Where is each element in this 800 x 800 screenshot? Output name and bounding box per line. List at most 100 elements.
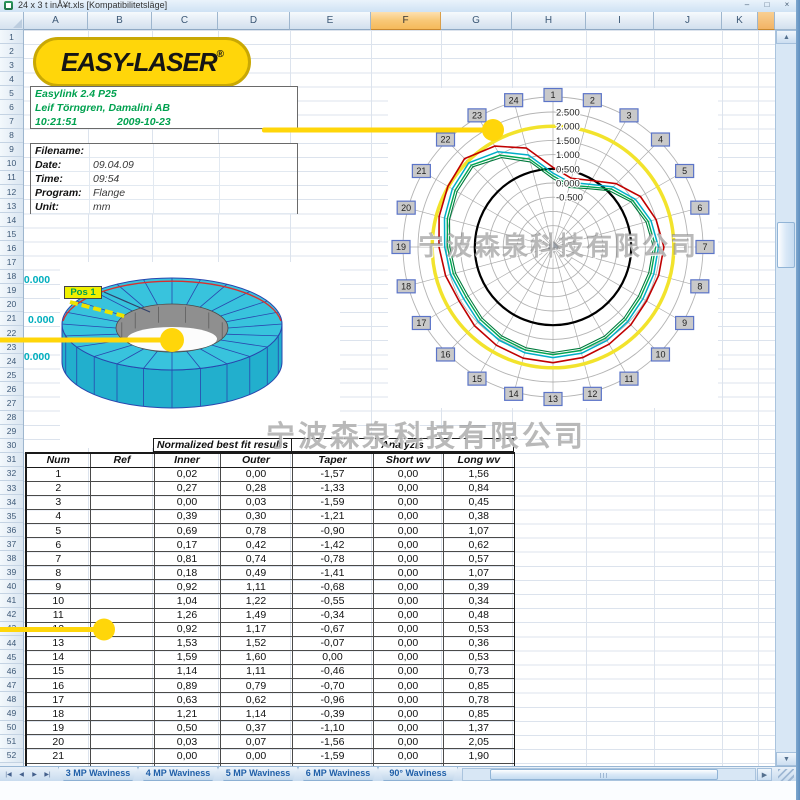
table-cell: -1,10	[292, 721, 373, 735]
row-header-25[interactable]: 25	[0, 368, 23, 382]
tab-nav-previous-sheet-button[interactable]: ◀	[15, 768, 28, 781]
row-header-32[interactable]: 32	[0, 467, 23, 481]
sheet-tab-90-waviness[interactable]: 90° Waviness	[378, 767, 458, 781]
row-header-27[interactable]: 27	[0, 396, 23, 410]
row-header-45[interactable]: 45	[0, 650, 23, 664]
row-header-51[interactable]: 51	[0, 735, 23, 749]
row-header-6[interactable]: 6	[0, 100, 23, 114]
column-header-G[interactable]: G	[441, 12, 512, 30]
row-header-30[interactable]: 30	[0, 439, 23, 453]
row-header-17[interactable]: 17	[0, 256, 23, 270]
row-header-2[interactable]: 2	[0, 44, 23, 58]
row-header-12[interactable]: 12	[0, 185, 23, 199]
row-header-43[interactable]: 43	[0, 622, 23, 636]
row-header-40[interactable]: 40	[0, 580, 23, 594]
tab-nav-next-sheet-button[interactable]: ▶	[28, 768, 41, 781]
row-header-22[interactable]: 22	[0, 326, 23, 340]
vertical-scrollbar-thumb[interactable]	[777, 222, 795, 268]
table-cell	[90, 622, 154, 636]
table-row: 50,690,78-0,900,001,07	[26, 523, 515, 537]
cells-area[interactable]: EASY-LASER® Easylink 2.4 P25 Leif Törngr…	[24, 30, 775, 766]
column-header-I[interactable]: I	[586, 12, 654, 30]
row-header-18[interactable]: 18	[0, 270, 23, 284]
tab-nav-last-sheet-button[interactable]: ▶|	[41, 768, 54, 781]
column-header-E[interactable]: E	[290, 12, 371, 30]
table-row: 111,261,49-0,340,000,48	[26, 608, 515, 622]
sheet-tab-5-mp-waviness[interactable]: 5 MP Waviness	[218, 767, 298, 781]
row-header-50[interactable]: 50	[0, 721, 23, 735]
column-header-cell: Ref	[90, 453, 154, 468]
column-header-cell: Inner	[154, 453, 220, 468]
scroll-right-button[interactable]: ▶	[757, 768, 772, 781]
row-header-13[interactable]: 13	[0, 199, 23, 213]
scroll-up-button[interactable]: ▲	[776, 30, 797, 44]
column-header-F[interactable]: F	[371, 12, 441, 30]
row-header-8[interactable]: 8	[0, 129, 23, 143]
row-header-42[interactable]: 42	[0, 608, 23, 622]
row-header-23[interactable]: 23	[0, 340, 23, 354]
minimize-button[interactable]: –	[738, 0, 756, 9]
sheet-tab-6-mp-waviness[interactable]: 6 MP Waviness	[298, 767, 378, 781]
row-header-21[interactable]: 21	[0, 312, 23, 326]
row-header-44[interactable]: 44	[0, 636, 23, 650]
row-header-34[interactable]: 34	[0, 495, 23, 509]
results-table: Normalized best fit resultsAnalyzisNumRe…	[25, 438, 515, 766]
row-header-14[interactable]: 14	[0, 213, 23, 227]
vertical-scrollbar[interactable]: ▲ ▼	[775, 30, 796, 766]
polar-flatness-chart: 2.5002.0001.5001.0000.5000.000-0.5001234…	[388, 88, 718, 408]
row-header-26[interactable]: 26	[0, 382, 23, 396]
restore-button[interactable]: □	[758, 0, 776, 9]
row-header-38[interactable]: 38	[0, 551, 23, 565]
column-header-D[interactable]: D	[218, 12, 290, 30]
row-header-47[interactable]: 47	[0, 678, 23, 692]
row-header-5[interactable]: 5	[0, 86, 23, 100]
sheet-tab-3-mp-waviness[interactable]: 3 MP Waviness	[58, 767, 138, 781]
row-header-31[interactable]: 31	[0, 453, 23, 467]
row-header-33[interactable]: 33	[0, 481, 23, 495]
row-header-9[interactable]: 9	[0, 143, 23, 157]
column-header-H[interactable]: H	[512, 12, 586, 30]
row-header-41[interactable]: 41	[0, 594, 23, 608]
row-header-37[interactable]: 37	[0, 537, 23, 551]
horizontal-scrollbar[interactable]	[462, 768, 756, 781]
table-cell: 6	[26, 538, 90, 552]
row-header-52[interactable]: 52	[0, 749, 23, 763]
row-header-10[interactable]: 10	[0, 157, 23, 171]
column-header-K[interactable]: K	[722, 12, 758, 30]
column-header-partial[interactable]	[758, 12, 775, 30]
row-header-36[interactable]: 36	[0, 523, 23, 537]
row-header-16[interactable]: 16	[0, 241, 23, 255]
row-header-4[interactable]: 4	[0, 72, 23, 86]
column-header-B[interactable]: B	[88, 12, 152, 30]
row-header-3[interactable]: 3	[0, 58, 23, 72]
column-header-A[interactable]: A	[24, 12, 88, 30]
sheet-tab-4-mp-waviness[interactable]: 4 MP Waviness	[138, 767, 218, 781]
horizontal-scrollbar-thumb[interactable]	[490, 769, 718, 780]
resize-grip[interactable]	[778, 769, 794, 781]
row-header-35[interactable]: 35	[0, 509, 23, 523]
row-header-28[interactable]: 28	[0, 411, 23, 425]
select-all-corner[interactable]	[0, 12, 24, 30]
tab-nav-first-sheet-button[interactable]: |◀	[2, 768, 15, 781]
row-header-11[interactable]: 11	[0, 171, 23, 185]
table-cell: -1,41	[292, 566, 373, 580]
table-cell: 0,38	[443, 509, 515, 523]
row-header-20[interactable]: 20	[0, 298, 23, 312]
table-row: 40,390,30-1,210,000,38	[26, 509, 515, 523]
polar-point-label-3: 3	[626, 111, 631, 121]
row-header-46[interactable]: 46	[0, 664, 23, 678]
row-header-19[interactable]: 19	[0, 284, 23, 298]
scroll-down-button[interactable]: ▼	[776, 752, 797, 766]
row-header-15[interactable]: 15	[0, 227, 23, 241]
close-button[interactable]: ×	[778, 0, 796, 9]
table-cell	[90, 650, 154, 664]
row-header-7[interactable]: 7	[0, 115, 23, 129]
column-header-C[interactable]: C	[152, 12, 218, 30]
row-header-48[interactable]: 48	[0, 692, 23, 706]
row-header-1[interactable]: 1	[0, 30, 23, 44]
row-header-49[interactable]: 49	[0, 707, 23, 721]
row-header-39[interactable]: 39	[0, 566, 23, 580]
row-header-29[interactable]: 29	[0, 425, 23, 439]
row-header-24[interactable]: 24	[0, 354, 23, 368]
column-header-J[interactable]: J	[654, 12, 722, 30]
